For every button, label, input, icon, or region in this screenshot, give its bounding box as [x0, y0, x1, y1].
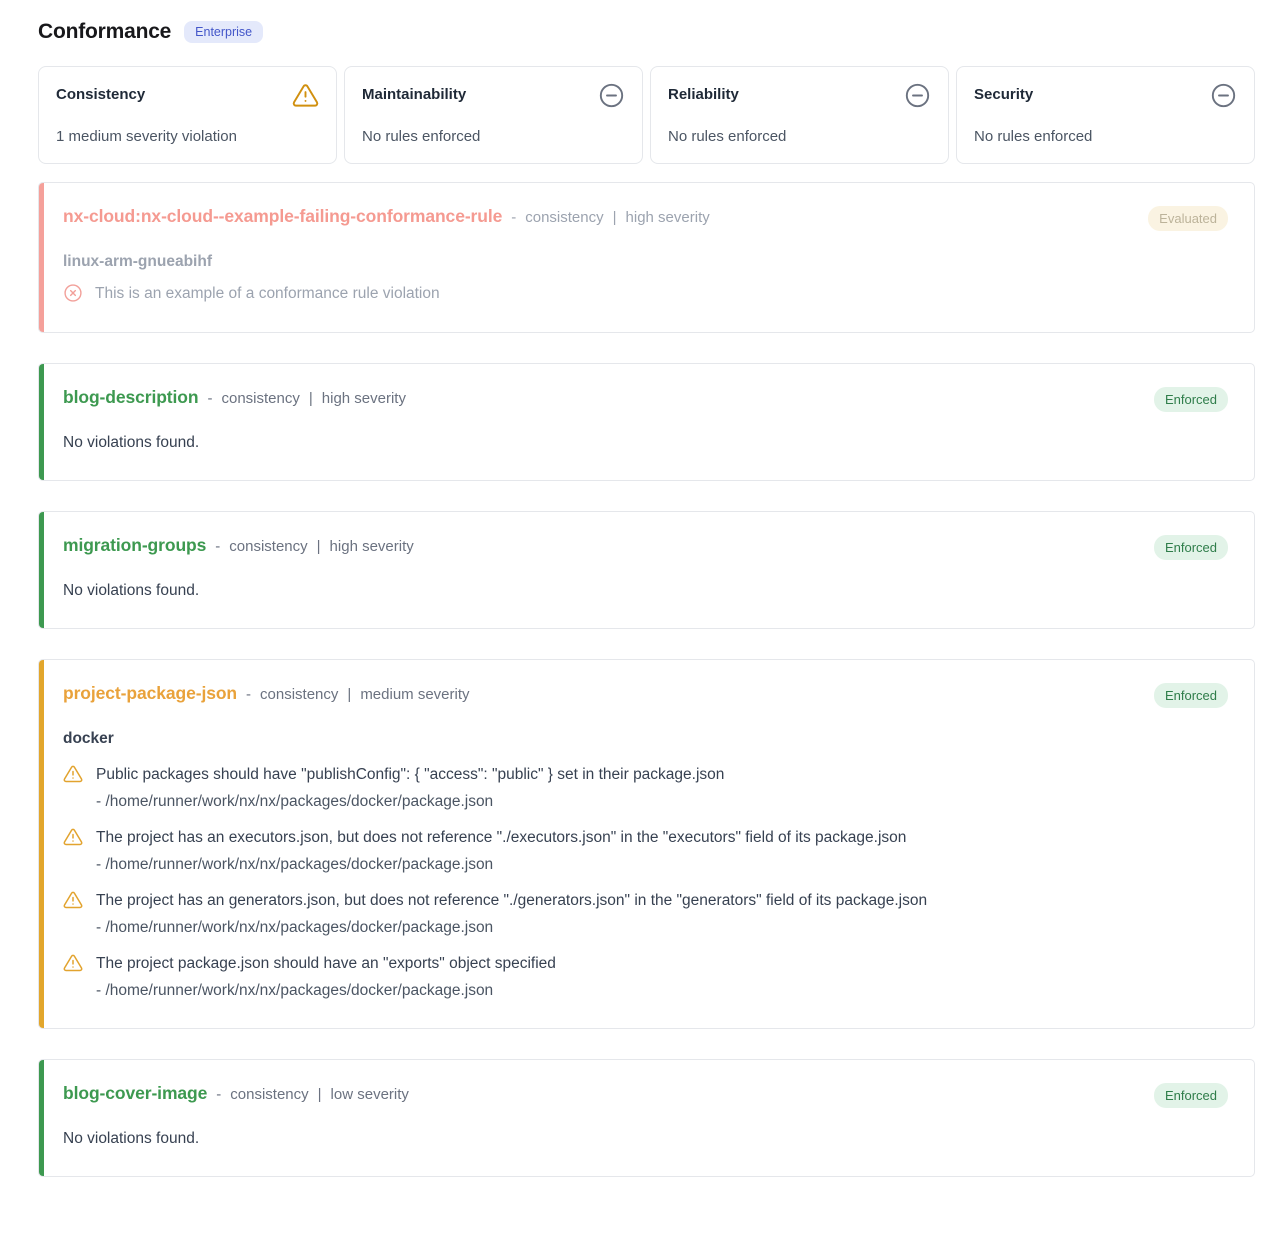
meta-divider: |	[318, 1086, 322, 1103]
page-title: Conformance	[38, 20, 171, 44]
severity-accent-bar	[39, 512, 44, 628]
summary-card-title: Reliability	[668, 82, 739, 103]
summary-card-title: Maintainability	[362, 82, 466, 103]
violation-item: The project has an executors.json, but d…	[63, 827, 1228, 874]
rule-severity: high severity	[330, 538, 414, 555]
violation-message: This is an example of a conformance rule…	[95, 283, 440, 304]
violation-message-text: The project package.json should have an …	[96, 953, 556, 974]
severity-accent-bar	[39, 1060, 44, 1176]
summary-card-status: 1 medium severity violation	[56, 128, 319, 145]
rule-category: consistency	[229, 538, 307, 555]
rule-result-text: No violations found.	[63, 1130, 1228, 1148]
rule-card-blog-description: blog-description - consistency | high se…	[38, 363, 1255, 481]
x-circle-icon	[63, 283, 83, 303]
rule-severity: high severity	[322, 390, 406, 407]
project-name: linux-arm-gnueabihf	[63, 253, 1228, 271]
violation-message-text: The project has an generators.json, but …	[96, 890, 927, 911]
project-name: docker	[63, 730, 1228, 748]
rule-result-text: No violations found.	[63, 434, 1228, 452]
meta-divider: |	[347, 686, 351, 703]
summary-card-title: Security	[974, 82, 1033, 103]
warning-triangle-icon	[292, 82, 319, 109]
violation-file-path: - /home/runner/work/nx/nx/packages/docke…	[96, 919, 1228, 937]
rule-category: consistency	[260, 686, 338, 703]
warning-triangle-icon	[63, 890, 83, 910]
meta-divider: |	[613, 209, 617, 226]
rule-name-link[interactable]: blog-cover-image	[63, 1083, 207, 1104]
rule-severity: low severity	[331, 1086, 409, 1103]
minus-circle-icon	[598, 82, 625, 109]
rule-severity: high severity	[626, 209, 710, 226]
severity-accent-bar	[39, 364, 44, 480]
minus-circle-icon	[904, 82, 931, 109]
status-badge: Enforced	[1154, 535, 1228, 560]
summary-card-status: No rules enforced	[668, 128, 931, 145]
summary-card-reliability: Reliability No rules enforced	[650, 66, 949, 164]
minus-circle-icon	[1210, 82, 1237, 109]
conformance-page: Conformance Enterprise Consistency 1 med…	[0, 0, 1287, 1245]
rule-name-link[interactable]: nx-cloud:nx-cloud--example-failing-confo…	[63, 206, 502, 227]
rule-name-link[interactable]: project-package-json	[63, 683, 237, 704]
rule-card-migration-groups: migration-groups - consistency | high se…	[38, 511, 1255, 629]
violation-file-path: - /home/runner/work/nx/nx/packages/docke…	[96, 856, 1228, 874]
rule-name-link[interactable]: migration-groups	[63, 535, 206, 556]
rule-card-example-failing: nx-cloud:nx-cloud--example-failing-confo…	[38, 182, 1255, 333]
meta-dash: -	[216, 1086, 221, 1103]
violation-file-path: - /home/runner/work/nx/nx/packages/docke…	[96, 793, 1228, 811]
status-badge: Enforced	[1154, 683, 1228, 708]
summary-card-status: No rules enforced	[362, 128, 625, 145]
summary-card-security: Security No rules enforced	[956, 66, 1255, 164]
meta-dash: -	[511, 209, 516, 226]
summary-card-consistency: Consistency 1 medium severity violation	[38, 66, 337, 164]
rule-result-text: No violations found.	[63, 582, 1228, 600]
severity-accent-bar	[39, 183, 44, 332]
meta-divider: |	[309, 390, 313, 407]
violation-row: This is an example of a conformance rule…	[63, 283, 1228, 304]
meta-divider: |	[317, 538, 321, 555]
rule-name-link[interactable]: blog-description	[63, 387, 198, 408]
summary-card-status: No rules enforced	[974, 128, 1237, 145]
rule-card-project-package-json: project-package-json - consistency | med…	[38, 659, 1255, 1029]
rule-category: consistency	[525, 209, 603, 226]
summary-card-title: Consistency	[56, 82, 145, 103]
meta-dash: -	[246, 686, 251, 703]
meta-dash: -	[207, 390, 212, 407]
meta-dash: -	[215, 538, 220, 555]
rule-category: consistency	[221, 390, 299, 407]
category-summary-row: Consistency 1 medium severity violation …	[38, 66, 1255, 164]
warning-triangle-icon	[63, 827, 83, 847]
rule-card-blog-cover-image: blog-cover-image - consistency | low sev…	[38, 1059, 1255, 1177]
violation-file-path: - /home/runner/work/nx/nx/packages/docke…	[96, 982, 1228, 1000]
severity-accent-bar	[39, 660, 44, 1028]
violation-item: The project package.json should have an …	[63, 953, 1228, 1000]
summary-card-maintainability: Maintainability No rules enforced	[344, 66, 643, 164]
violation-message-text: Public packages should have "publishConf…	[96, 764, 724, 785]
status-badge: Enforced	[1154, 1083, 1228, 1108]
violation-item: The project has an generators.json, but …	[63, 890, 1228, 937]
status-badge: Evaluated	[1148, 206, 1228, 231]
rule-severity: medium severity	[360, 686, 469, 703]
violation-item: Public packages should have "publishConf…	[63, 764, 1228, 811]
status-badge: Enforced	[1154, 387, 1228, 412]
enterprise-plan-badge: Enterprise	[184, 21, 263, 43]
page-header: Conformance Enterprise	[38, 20, 1255, 44]
warning-triangle-icon	[63, 764, 83, 784]
violation-message-text: The project has an executors.json, but d…	[96, 827, 906, 848]
warning-triangle-icon	[63, 953, 83, 973]
rule-category: consistency	[230, 1086, 308, 1103]
